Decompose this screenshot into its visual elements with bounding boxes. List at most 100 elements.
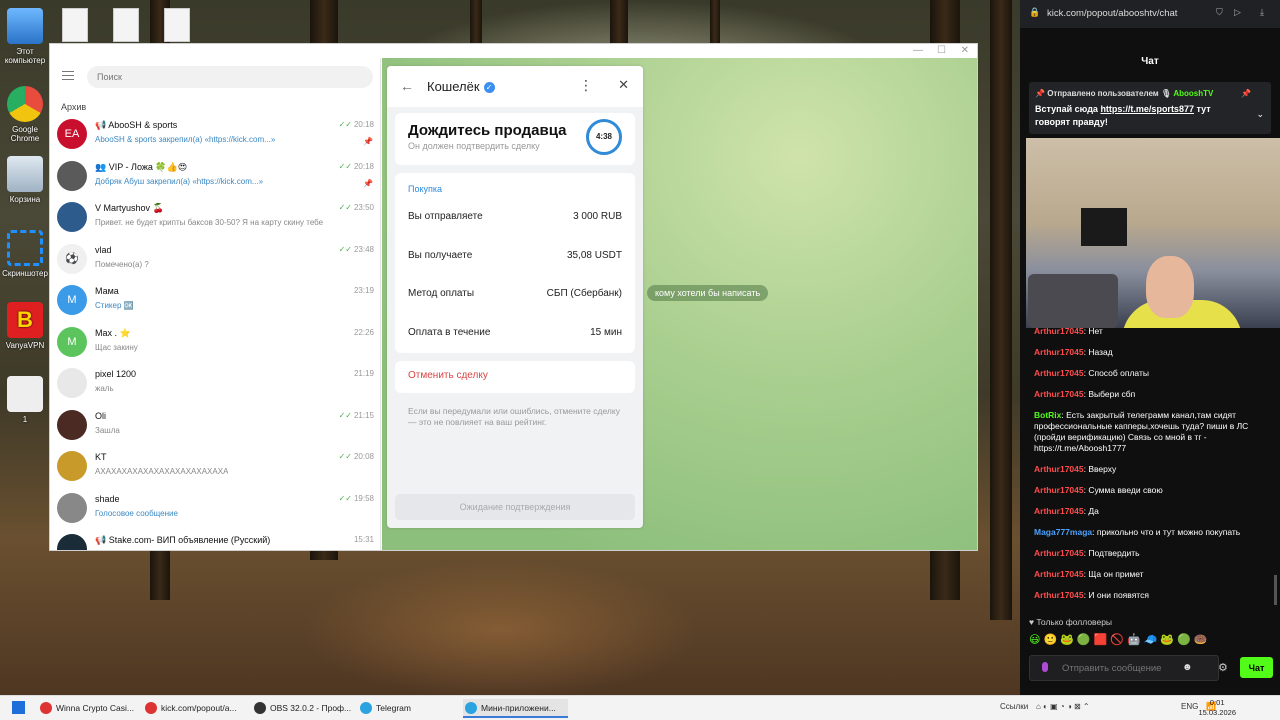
start-icon[interactable] — [12, 701, 25, 714]
avatar — [57, 451, 87, 481]
wallet-title: Кошелёк ✓ — [427, 79, 495, 94]
links-label[interactable]: Ссылки — [1000, 702, 1028, 711]
telegram-window: — ☐ ✕ Архив EA 📢 AbooSH & sports AbooSH & … — [49, 43, 978, 551]
emoji-icon[interactable]: ☻ — [1182, 662, 1193, 673]
minimize-icon[interactable]: — — [913, 45, 923, 56]
taskbar-item[interactable]: Мини-приложени... — [463, 699, 568, 718]
chat-username[interactable]: Arthur17045 — [1034, 548, 1084, 558]
chat-title: Чат — [1141, 56, 1159, 67]
chat-item[interactable]: pixel 1200 жаль 21:19 — [50, 363, 381, 404]
chat-preview: жаль — [95, 384, 114, 393]
chat-username[interactable]: Arthur17045 — [1034, 326, 1084, 336]
maximize-icon[interactable]: ☐ — [937, 45, 946, 56]
read-check-icon: ✓✓ — [338, 120, 352, 129]
chat-item[interactable]: ⚽ vlad Помечено(а) ? ✓✓ 23:48 — [50, 239, 381, 280]
chat-item[interactable]: 👥 VIP - Ложа 🍀👍😍 Добряк Абуш закрепил(а) … — [50, 156, 381, 197]
chat-preview: Щас закину — [95, 342, 138, 352]
chat-username[interactable]: Arthur17045 — [1034, 368, 1084, 378]
tray-icons[interactable]: ⌂ ◐ ▣ ◔ ◑ ⊠ ⌃ — [1036, 702, 1090, 711]
chat-name: 📢 AbooSH & sports — [95, 120, 178, 130]
chat-message: BotRix: Есть закрытый телеграмм канал,та… — [1034, 410, 1249, 453]
read-check-icon: ✓✓ — [338, 452, 352, 461]
chat-text: Подтвердить — [1088, 548, 1140, 558]
row-payment-window: Оплата в течение 15 мин — [408, 327, 622, 338]
url-text[interactable]: kick.com/popout/abooshtv/chat — [1047, 8, 1177, 19]
desktop-icon-screenshoter[interactable]: Скриншотер — [2, 230, 48, 278]
taskbar-item[interactable]: Winna Crypto Casi... — [38, 699, 138, 718]
chat-username[interactable]: Arthur17045 — [1034, 506, 1084, 516]
chat-text: Нет — [1088, 326, 1103, 336]
shield-icon[interactable]: ⛉ — [1216, 7, 1223, 18]
emote-bar[interactable]: 😃🙂🐸🟢🟥🚫🤖🧢🐸🟢🍩 — [1029, 633, 1210, 646]
file-icon[interactable] — [164, 8, 190, 42]
chat-username[interactable]: Arthur17045 — [1034, 464, 1084, 474]
chat-text: Способ оплаты — [1088, 368, 1149, 378]
file-icon[interactable] — [62, 8, 88, 42]
chat-item[interactable]: М Мама Стикер 🆗 23:19 — [50, 280, 381, 321]
chat-item[interactable]: 📢 Stake.com- ВИП объявление (Русский) 15:… — [50, 529, 381, 550]
chat-time: 22:26 — [353, 327, 374, 337]
chat-preview: АХАХАХАХАХАХАХАХАХАХАХАХА — [95, 467, 229, 476]
cancel-deal-button[interactable]: Отменить сделку — [395, 361, 635, 393]
send-chat-button[interactable]: Чат — [1240, 657, 1273, 678]
chat-item[interactable]: shade Голосовое сообщение ✓✓ 19:58 — [50, 488, 381, 529]
chat-time: ✓✓ 20:18 — [338, 161, 374, 171]
kick-chat-window: 🔒 kick.com/popout/abooshtv/chat ⛉ ▷ ⤓ Ча… — [1020, 0, 1280, 695]
chat-username[interactable]: Arthur17045 — [1034, 389, 1084, 399]
search-input[interactable] — [87, 66, 373, 88]
language-indicator[interactable]: ENG — [1181, 702, 1198, 711]
scrollbar[interactable] — [1274, 575, 1277, 605]
clock[interactable]: 0:01 15.03.2026 — [1198, 698, 1236, 718]
play-icon[interactable]: ▷ — [1234, 7, 1241, 18]
recycle-bin-icon — [7, 156, 43, 192]
taskbar-item[interactable]: Telegram — [358, 699, 458, 718]
desktop-icon-file[interactable]: 1 — [2, 376, 48, 424]
file-icon[interactable] — [113, 8, 139, 42]
back-arrow-icon[interactable]: ← — [400, 78, 414, 94]
close-icon[interactable]: ✕ — [961, 45, 969, 56]
close-icon[interactable]: ✕ — [618, 77, 629, 93]
lock-icon: 🔒 — [1029, 7, 1041, 17]
chat-username[interactable]: Maga777maga — [1034, 527, 1092, 537]
chat-username[interactable]: Arthur17045 — [1034, 569, 1084, 579]
taskbar-item[interactable]: kick.com/popout/a... — [143, 699, 247, 718]
chat-text: Да — [1088, 506, 1099, 516]
desktop-icon-chrome[interactable]: Google Chrome — [2, 86, 48, 143]
chat-item[interactable]: EA 📢 AbooSH & sports AbooSH & sports закре… — [50, 114, 381, 155]
desktop-icon-recycle-bin[interactable]: Корзина — [2, 156, 48, 204]
chat-username[interactable]: Arthur17045 — [1034, 590, 1084, 600]
chat-item[interactable]: M Max . ⭐ Щас закину 22:26 — [50, 322, 381, 363]
pinned-message: 📌 Отправлено пользователем 🎙 AbooshTV Вс… — [1029, 82, 1271, 134]
select-chat-hint: кому хотели бы написать — [647, 285, 769, 301]
chat-item[interactable]: KT АХАХАХАХАХАХАХАХАХАХАХАХА ✓✓ 20:08 — [50, 446, 381, 487]
chat-username[interactable]: Arthur17045 — [1034, 485, 1084, 495]
chat-message: Arthur17045: Способ оплаты — [1034, 368, 1149, 378]
desktop-icon-computer[interactable]: Этот компьютер — [2, 8, 48, 65]
followers-only-label: ♥ Только фолловеры — [1029, 617, 1113, 627]
chat-username[interactable]: Arthur17045 — [1034, 347, 1084, 357]
taskbar-item[interactable]: OBS 32.0.2 - Проф... — [252, 699, 352, 718]
chat-message: Arthur17045: Подтвердить — [1034, 548, 1140, 558]
chat-item[interactable]: Oli Зашла ✓✓ 21:15 — [50, 405, 381, 446]
waiting-confirmation-button[interactable]: Ожидание подтверждения — [395, 494, 635, 520]
mic-icon[interactable] — [1042, 662, 1048, 672]
chevron-down-icon[interactable]: ⌄ — [1256, 108, 1264, 121]
chat-item[interactable]: V Martyushov 🍒 Привет. не будет крипты ба… — [50, 197, 381, 238]
menu-icon[interactable] — [62, 71, 74, 80]
avatar — [57, 409, 87, 440]
download-icon[interactable]: ⤓ — [1260, 7, 1264, 18]
row-receive: Вы получаете 35,08 USDT — [408, 250, 622, 261]
more-vert-icon[interactable]: ⋮ — [579, 77, 593, 94]
archive-label[interactable]: Архив — [61, 102, 86, 112]
chat-preview: Стикер 🆗 — [95, 301, 134, 310]
pinned-link[interactable]: https://t.me/sports877 — [1100, 104, 1194, 114]
pin-icon[interactable]: 📌 — [1241, 87, 1251, 100]
desktop-icon-vanyavpn[interactable]: B VanyaVPN — [2, 302, 48, 350]
chrome-icon — [7, 86, 43, 122]
cancel-note: Если вы передумали или ошиблись, отменит… — [408, 406, 620, 427]
chat-username[interactable]: BotRix — [1034, 410, 1061, 420]
chat-time: ✓✓ 23:50 — [338, 203, 374, 212]
chat-name: Max . ⭐ — [95, 327, 131, 338]
taskbar: Winna Crypto Casi... kick.com/popout/a...… — [0, 695, 1280, 720]
gear-icon[interactable]: ⚙ — [1218, 661, 1228, 674]
